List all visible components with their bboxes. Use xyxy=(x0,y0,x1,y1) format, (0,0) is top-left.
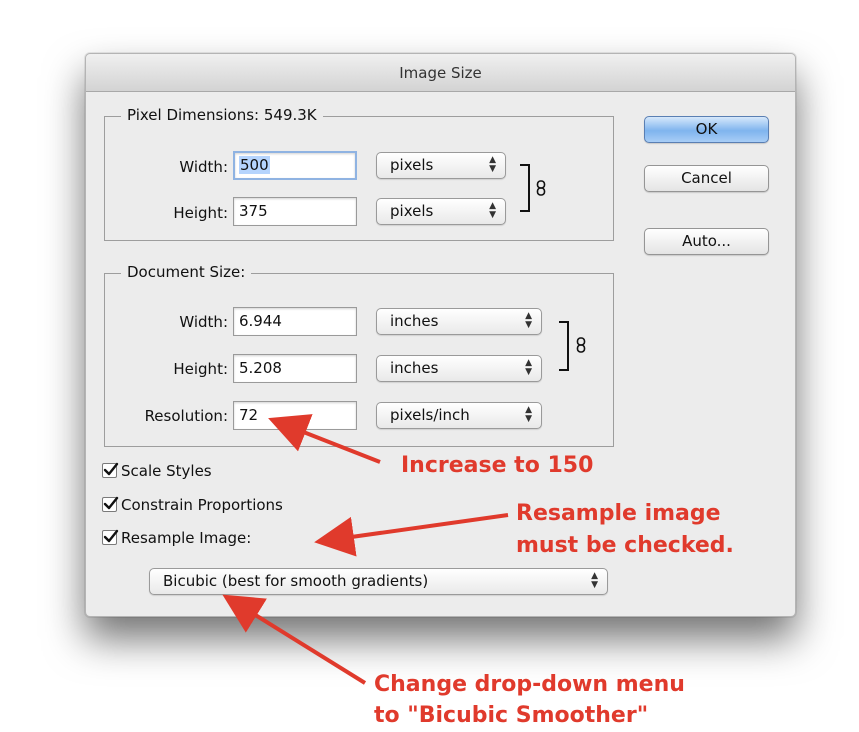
doc-height-label: Height: xyxy=(173,360,228,378)
resolution-label: Resolution: xyxy=(144,407,228,425)
doc-height-unit-select[interactable]: inches ▲ ▼ xyxy=(376,355,542,382)
pixel-constrain-bracket xyxy=(520,164,530,212)
pixel-height-unit-select[interactable]: pixels ▲ ▼ xyxy=(376,198,506,225)
annotation-resample-line1: Resample image xyxy=(516,501,721,526)
pixel-dimensions-size: 549.3K xyxy=(263,106,317,124)
pixel-height-field[interactable]: 375 xyxy=(233,197,357,226)
popup-arrows-icon: ▲ ▼ xyxy=(489,201,496,220)
checkbox-checked-icon xyxy=(102,529,119,545)
link-chain-icon xyxy=(536,180,546,196)
doc-width-unit-select[interactable]: inches ▲ ▼ xyxy=(376,308,542,335)
pixel-width-label: Width: xyxy=(179,158,228,176)
constrain-proportions-checkbox[interactable]: Constrain Proportions xyxy=(102,496,283,514)
annotation-dropdown-line1: Change drop-down menu xyxy=(374,672,685,697)
scale-styles-checkbox[interactable]: Scale Styles xyxy=(102,462,212,480)
checkbox-checked-icon xyxy=(102,462,119,478)
popup-arrows-icon: ▲ ▼ xyxy=(489,155,496,174)
popup-arrows-icon: ▲ ▼ xyxy=(525,405,532,424)
link-chain-icon xyxy=(576,337,586,353)
pixel-dimensions-title: Pixel Dimensions: 549.3K xyxy=(121,106,323,124)
resolution-field[interactable]: 72 xyxy=(233,401,357,430)
pixel-dimensions-group: Pixel Dimensions: 549.3K xyxy=(104,106,614,241)
annotation-increase: Increase to 150 xyxy=(401,453,594,478)
popup-arrows-icon: ▲ ▼ xyxy=(525,358,532,377)
stage: Image Size Pixel Dimensions: 549.3K Widt… xyxy=(0,0,859,732)
popup-arrows-icon: ▲ ▼ xyxy=(525,311,532,330)
annotation-dropdown-line2: to "Bicubic Smoother" xyxy=(374,703,649,728)
dialog-title: Image Size xyxy=(86,54,795,92)
pixel-height-label: Height: xyxy=(173,204,228,222)
auto-button[interactable]: Auto... xyxy=(644,228,769,255)
pixel-width-unit-select[interactable]: pixels ▲ ▼ xyxy=(376,152,506,179)
cancel-button[interactable]: Cancel xyxy=(644,165,769,192)
pixel-width-field[interactable]: 500 xyxy=(233,151,357,180)
doc-width-field[interactable]: 6.944 xyxy=(233,307,357,336)
ok-button[interactable]: OK xyxy=(644,116,769,143)
annotation-resample-line2: must be checked. xyxy=(516,533,734,558)
resample-image-checkbox[interactable]: Resample Image: xyxy=(102,529,251,547)
checkbox-checked-icon xyxy=(102,496,119,512)
resolution-unit-select[interactable]: pixels/inch ▲ ▼ xyxy=(376,402,542,429)
resample-method-select[interactable]: Bicubic (best for smooth gradients) ▲ ▼ xyxy=(149,568,608,595)
doc-constrain-bracket xyxy=(559,321,569,371)
doc-width-label: Width: xyxy=(179,313,228,331)
doc-height-field[interactable]: 5.208 xyxy=(233,354,357,383)
popup-arrows-icon: ▲ ▼ xyxy=(591,571,598,590)
document-size-title: Document Size: xyxy=(121,263,252,281)
